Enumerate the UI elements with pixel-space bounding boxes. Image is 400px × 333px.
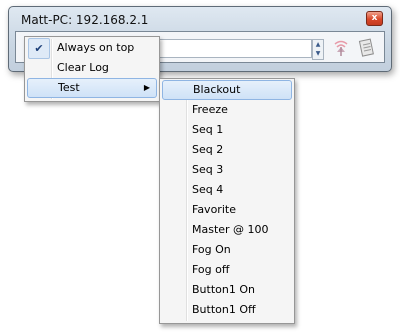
submenu-arrow-icon: ▶ — [143, 83, 150, 92]
menu-item-label: Test — [58, 81, 80, 94]
submenu-item-blackout[interactable]: Blackout — [162, 80, 292, 100]
menu-item-label: Button1 On — [192, 283, 255, 296]
menu-item-label: Clear Log — [57, 61, 109, 74]
close-icon: x — [371, 13, 378, 23]
submenu-item-button1-off[interactable]: Button1 Off — [162, 300, 292, 320]
submenu-item-button1-on[interactable]: Button1 On — [162, 280, 292, 300]
command-input[interactable] — [142, 39, 312, 58]
submenu-item-seq-1[interactable]: Seq 1 — [162, 120, 292, 140]
spin-down-icon[interactable]: ▼ — [313, 49, 323, 58]
submenu-item-fog-off[interactable]: Fog off — [162, 260, 292, 280]
document-tool-icon[interactable] — [358, 38, 376, 58]
menu-item-label: Seq 4 — [192, 183, 224, 196]
menu-item-label: Always on top — [57, 41, 135, 54]
menu-item-label: Button1 Off — [192, 303, 256, 316]
menu-item-label: Seq 2 — [192, 143, 224, 156]
submenu-item-favorite[interactable]: Favorite — [162, 200, 292, 220]
submenu-item-freeze[interactable]: Freeze — [162, 100, 292, 120]
menu-item-label: Favorite — [192, 203, 236, 216]
context-menu: ✔ Always on top Clear Log Test ▶ — [24, 36, 160, 102]
menu-item-label: Fog off — [192, 263, 230, 276]
signal-tool-icon[interactable] — [331, 38, 351, 58]
submenu-item-seq-4[interactable]: Seq 4 — [162, 180, 292, 200]
checkmark-icon: ✔ — [28, 38, 50, 59]
submenu-item-seq-3[interactable]: Seq 3 — [162, 160, 292, 180]
menu-item-label: Fog On — [192, 243, 231, 256]
submenu-item-master-100[interactable]: Master @ 100 — [162, 220, 292, 240]
title-bar[interactable]: Matt-PC: 192.168.2.1 x — [9, 7, 391, 31]
submenu-item-seq-2[interactable]: Seq 2 — [162, 140, 292, 160]
spinner-control[interactable]: ▲ ▼ — [312, 39, 324, 60]
menu-item-always-on-top[interactable]: ✔ Always on top — [27, 38, 157, 59]
menu-item-test[interactable]: Test ▶ — [27, 78, 157, 98]
menu-item-label: Blackout — [193, 83, 241, 96]
submenu-item-fog-on[interactable]: Fog On — [162, 240, 292, 260]
window-title: Matt-PC: 192.168.2.1 — [21, 13, 149, 27]
test-submenu: Blackout Freeze Seq 1 Seq 2 Seq 3 Seq 4 … — [159, 78, 295, 324]
menu-item-label: Master @ 100 — [192, 223, 269, 236]
menu-item-label: Seq 1 — [192, 123, 224, 136]
menu-item-label: Seq 3 — [192, 163, 224, 176]
spin-up-icon[interactable]: ▲ — [313, 40, 323, 49]
close-button[interactable]: x — [366, 11, 383, 26]
menu-item-clear-log[interactable]: Clear Log — [27, 58, 157, 78]
menu-item-label: Freeze — [192, 103, 228, 116]
